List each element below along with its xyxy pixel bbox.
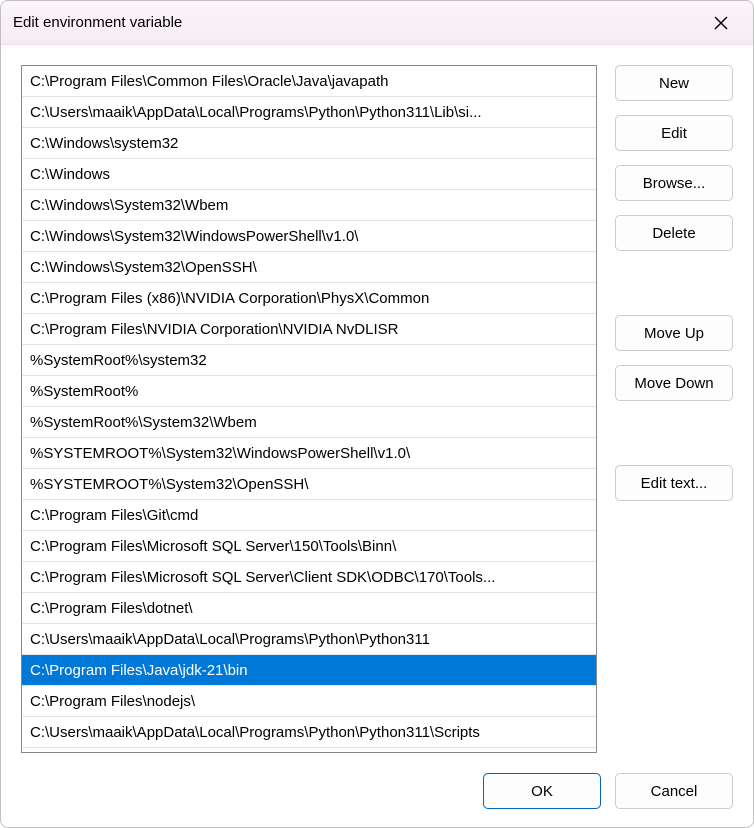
path-entry[interactable]: C:\Windows\System32\OpenSSH\ [22, 252, 596, 283]
path-entry[interactable]: %SystemRoot% [22, 376, 596, 407]
path-entry[interactable]: C:\Users\maaik\AppData\Local\Programs\Py… [22, 624, 596, 655]
path-entry[interactable]: C:\Users\maaik\AppData\Local\Programs\Py… [22, 717, 596, 748]
close-icon [714, 16, 728, 30]
path-entry[interactable]: C:\Program Files\NVIDIA Corporation\NVID… [22, 314, 596, 345]
path-entry[interactable]: C:\Program Files\Common Files\Oracle\Jav… [22, 66, 596, 97]
path-entry[interactable]: %SYSTEMROOT%\System32\OpenSSH\ [22, 469, 596, 500]
path-entry[interactable]: %SystemRoot%\system32 [22, 345, 596, 376]
path-entry[interactable]: C:\Program Files\Git\cmd [22, 500, 596, 531]
edit-button[interactable]: Edit [615, 115, 733, 151]
path-entry[interactable]: %SYSTEMROOT%\System32\WindowsPowerShell\… [22, 438, 596, 469]
move-down-button[interactable]: Move Down [615, 365, 733, 401]
path-entry[interactable]: C:\Program Files\dotnet\ [22, 593, 596, 624]
browse-button[interactable]: Browse... [615, 165, 733, 201]
ok-button[interactable]: OK [483, 773, 601, 809]
edit-text-button[interactable]: Edit text... [615, 465, 733, 501]
delete-button[interactable]: Delete [615, 215, 733, 251]
cancel-button[interactable]: Cancel [615, 773, 733, 809]
side-buttons: New Edit Browse... Delete Move Up Move D… [615, 65, 733, 753]
path-entry[interactable]: C:\Windows\System32\Wbem [22, 190, 596, 221]
path-entry[interactable]: C:\Program Files\nodejs\ [22, 686, 596, 717]
close-button[interactable] [701, 7, 741, 39]
move-up-button[interactable]: Move Up [615, 315, 733, 351]
path-entry[interactable]: C:\Program Files\Microsoft SQL Server\15… [22, 531, 596, 562]
path-entry[interactable]: C:\Windows\System32\WindowsPowerShell\v1… [22, 221, 596, 252]
path-entry[interactable]: C:\Program Files\Java\jdk-21\bin [22, 655, 596, 686]
path-entry[interactable]: %SystemRoot%\System32\Wbem [22, 407, 596, 438]
path-listbox[interactable]: C:\Program Files\Common Files\Oracle\Jav… [21, 65, 597, 753]
dialog-footer: OK Cancel [21, 773, 733, 809]
path-entry[interactable]: C:\Users\maaik\AppData\Local\Programs\Py… [22, 97, 596, 128]
edit-env-variable-dialog: Edit environment variable C:\Program Fil… [0, 0, 754, 828]
path-entry[interactable]: C:\Program Files\Microsoft SQL Server\Cl… [22, 562, 596, 593]
dialog-title: Edit environment variable [13, 14, 182, 31]
path-entry[interactable]: C:\Windows\system32 [22, 128, 596, 159]
dialog-content: C:\Program Files\Common Files\Oracle\Jav… [1, 45, 753, 827]
new-button[interactable]: New [615, 65, 733, 101]
titlebar: Edit environment variable [1, 1, 753, 45]
path-entry[interactable]: C:\Windows [22, 159, 596, 190]
path-entry[interactable]: C:\Program Files (x86)\NVIDIA Corporatio… [22, 283, 596, 314]
main-row: C:\Program Files\Common Files\Oracle\Jav… [21, 65, 733, 753]
